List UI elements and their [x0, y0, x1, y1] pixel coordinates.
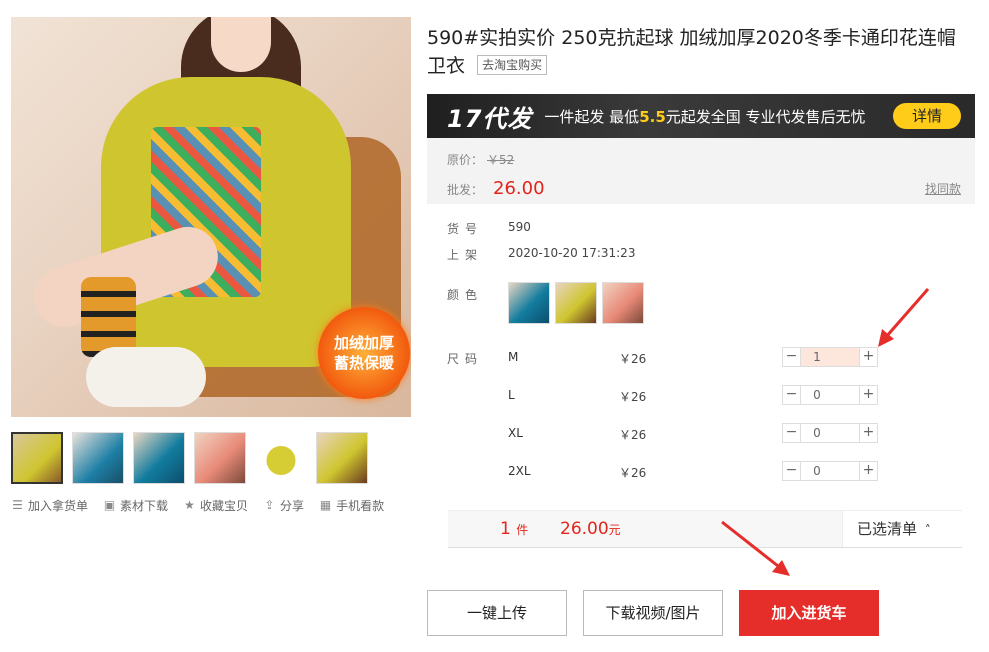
one-click-upload-button[interactable]: 一键上传 [427, 590, 567, 636]
thumbnail-3[interactable] [133, 432, 185, 484]
favorite-label: 收藏宝贝 [200, 499, 249, 513]
size-label: 尺码 [447, 352, 484, 366]
list-icon: ☰ [12, 498, 23, 512]
dropship-banner: 17代发 一件起发 最低5.5元起发全国 专业代发售后无忧 详情 [427, 94, 975, 138]
banner-highlight: 5.5 [639, 107, 666, 126]
mobile-view-link[interactable]: ▦ 手机看款 [319, 497, 384, 514]
thumbnail-2[interactable] [72, 432, 124, 484]
star-icon: ★ [184, 498, 195, 512]
price-box: 原价： ￥52 批发： 26.00 找同款 [427, 138, 975, 204]
color-label: 颜色 [447, 288, 484, 302]
sock-shape [81, 277, 136, 357]
original-price-label: 原价： [447, 153, 484, 167]
chevron-up-icon: ˄ [924, 523, 931, 537]
size-row-2xl: 2XL ￥26 − + [508, 461, 878, 481]
sku-value: 590 [508, 220, 531, 234]
size-name: M [508, 350, 519, 364]
size-name: L [508, 388, 515, 402]
thumbnail-strip [11, 432, 377, 484]
color-swatch-yellow[interactable] [555, 282, 597, 324]
increment-button[interactable]: + [859, 424, 877, 442]
quantity-stepper: − + [782, 347, 878, 367]
selection-summary: 1 件 26.00元 已选清单 ˄ [448, 510, 962, 548]
share-label: 分享 [280, 499, 305, 513]
annotation-arrow-1 [878, 288, 930, 347]
wholesale-price-value: 26.00 [493, 178, 545, 199]
product-title: 590#实拍实价 250克抗起球 加绒加厚2020冬季卡通印花连帽卫衣 去淘宝购… [427, 24, 972, 80]
color-swatch-pink[interactable] [602, 282, 644, 324]
shoe-shape [86, 347, 206, 407]
download-assets-label: 素材下载 [120, 499, 169, 513]
decrement-button[interactable]: − [783, 462, 801, 480]
increment-button[interactable]: + [859, 462, 877, 480]
gallery-actions: ☰ 加入拿货单 ▣ 素材下载 ★ 收藏宝贝 ⇪ 分享 ▦ 手机看款 [11, 497, 399, 514]
size-name: 2XL [508, 464, 531, 478]
download-assets-link[interactable]: ▣ 素材下载 [103, 497, 168, 514]
taobao-buy-link[interactable]: 去淘宝购买 [477, 55, 548, 75]
annotation-arrow-2 [721, 520, 790, 576]
decrement-button[interactable]: − [783, 348, 801, 366]
quantity-input[interactable] [801, 386, 859, 404]
decrement-button[interactable]: − [783, 386, 801, 404]
quantity-input[interactable] [801, 462, 859, 480]
selected-count-value: 1 [500, 519, 511, 539]
sku-label: 货号 [447, 222, 484, 236]
original-price-value: ￥52 [487, 153, 515, 167]
color-swatch-teal[interactable] [508, 282, 550, 324]
quantity-input[interactable] [801, 348, 859, 366]
favorite-link[interactable]: ★ 收藏宝贝 [183, 497, 248, 514]
thumbnail-6[interactable] [316, 432, 368, 484]
add-to-pick-list-label: 加入拿货单 [28, 499, 89, 513]
selected-amount-unit: 元 [608, 523, 621, 537]
thumbnail-5[interactable] [255, 432, 307, 484]
color-options [508, 282, 649, 324]
quantity-input[interactable] [801, 424, 859, 442]
download-media-button[interactable]: 下载视频/图片 [583, 590, 723, 636]
banner-brand: 17代发 [447, 104, 533, 133]
quantity-stepper: − + [782, 461, 878, 481]
banner-text-pre: 一件起发 最低 [544, 107, 640, 126]
qr-code-icon: ▦ [319, 498, 332, 512]
quantity-stepper: − + [782, 423, 878, 443]
banner-detail-button[interactable]: 详情 [893, 103, 961, 129]
original-price-row: 原价： ￥52 [447, 151, 514, 168]
size-name: XL [508, 426, 523, 440]
share-link[interactable]: ⇪ 分享 [263, 497, 305, 514]
quantity-stepper: − + [782, 385, 878, 405]
size-row-l: L ￥26 − + [508, 385, 878, 405]
size-row-xl: XL ￥26 − + [508, 423, 878, 443]
size-price: ￥26 [619, 466, 647, 480]
badge-line-1: 加绒加厚 [333, 334, 394, 352]
banner-text: 一件起发 最低5.5元起发全国 专业代发售后无忧 [544, 106, 865, 127]
selected-count-unit: 件 [516, 523, 529, 537]
decrement-button[interactable]: − [783, 424, 801, 442]
wholesale-price-row: 批发： 26.00 [447, 178, 545, 199]
add-to-pick-list-link[interactable]: ☰ 加入拿货单 [11, 497, 88, 514]
mobile-view-label: 手机看款 [336, 499, 385, 513]
size-price: ￥26 [619, 428, 647, 442]
listed-label: 上架 [447, 248, 484, 262]
size-price: ￥26 [619, 352, 647, 366]
thumbnail-1[interactable] [11, 432, 63, 484]
selected-list-label: 已选清单 [857, 520, 918, 538]
fleece-badge: 加绒加厚 蓄热保暖 [318, 307, 410, 399]
banner-text-post: 元起发全国 专业代发售后无忧 [665, 107, 866, 126]
add-to-cart-button[interactable]: 加入进货车 [739, 590, 879, 636]
selected-amount: 26.00元 [560, 519, 621, 539]
size-row-m: M ￥26 − + [508, 347, 878, 367]
selected-list-toggle[interactable]: 已选清单 ˄ [842, 511, 962, 547]
selected-amount-value: 26.00 [560, 519, 609, 539]
product-page: 加绒加厚 蓄热保暖 ☰ 加入拿货单 ▣ 素材下载 ★ 收藏宝贝 ⇪ 分享 ▦ 手… [0, 0, 989, 652]
find-same-link[interactable]: 找同款 [925, 180, 961, 197]
wholesale-price-label: 批发： [447, 183, 484, 197]
thumbnail-4[interactable] [194, 432, 246, 484]
listed-value: 2020-10-20 17:31:23 [508, 246, 636, 260]
image-download-icon: ▣ [103, 498, 116, 512]
badge-line-2: 蓄热保暖 [333, 354, 394, 372]
selected-count: 1 件 [500, 519, 528, 539]
share-icon: ⇪ [264, 498, 275, 512]
size-price: ￥26 [619, 390, 647, 404]
increment-button[interactable]: + [859, 386, 877, 404]
main-product-image[interactable]: 加绒加厚 蓄热保暖 [11, 17, 411, 417]
